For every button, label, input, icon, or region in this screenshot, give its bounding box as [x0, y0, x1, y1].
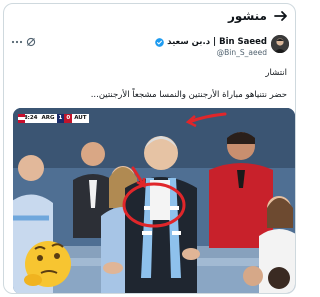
top-bar: منشور: [4, 4, 295, 28]
author-handle[interactable]: @Bin_S_aeed: [217, 48, 267, 57]
grok-icon[interactable]: [26, 37, 36, 47]
author-row[interactable]: د.بن سعيد | Bin Saeed: [155, 36, 267, 48]
austria-flag-icon: [18, 114, 25, 123]
post-card: منشور د.بن سعيد | Bin Saeed @Bin_S_aeed …: [3, 3, 296, 294]
scoreboard-team1: ARG: [39, 114, 57, 123]
avatar[interactable]: [271, 35, 289, 53]
page-title: منشور: [228, 9, 267, 23]
more-dots-icon[interactable]: [11, 39, 23, 45]
scoreboard: 18:24 ARG 1 0 AUT: [18, 114, 89, 123]
arrow-right-icon[interactable]: [273, 8, 289, 24]
verified-badge-icon: [155, 37, 164, 47]
post-text-line2: حضر نتنياهو مباراة الأرجنتين والنمسا مشج…: [90, 90, 287, 100]
post-photo[interactable]: 18:24 ARG 1 0 AUT: [13, 108, 295, 293]
stadium-scene-image: [13, 108, 295, 293]
post-text-line1: انتشار: [265, 68, 287, 78]
scoreboard-team2: AUT: [72, 114, 89, 123]
author-name[interactable]: د.بن سعيد | Bin Saeed: [167, 37, 267, 47]
scoreboard-score2: 0: [64, 114, 73, 123]
scoreboard-score1: 1: [56, 114, 65, 123]
